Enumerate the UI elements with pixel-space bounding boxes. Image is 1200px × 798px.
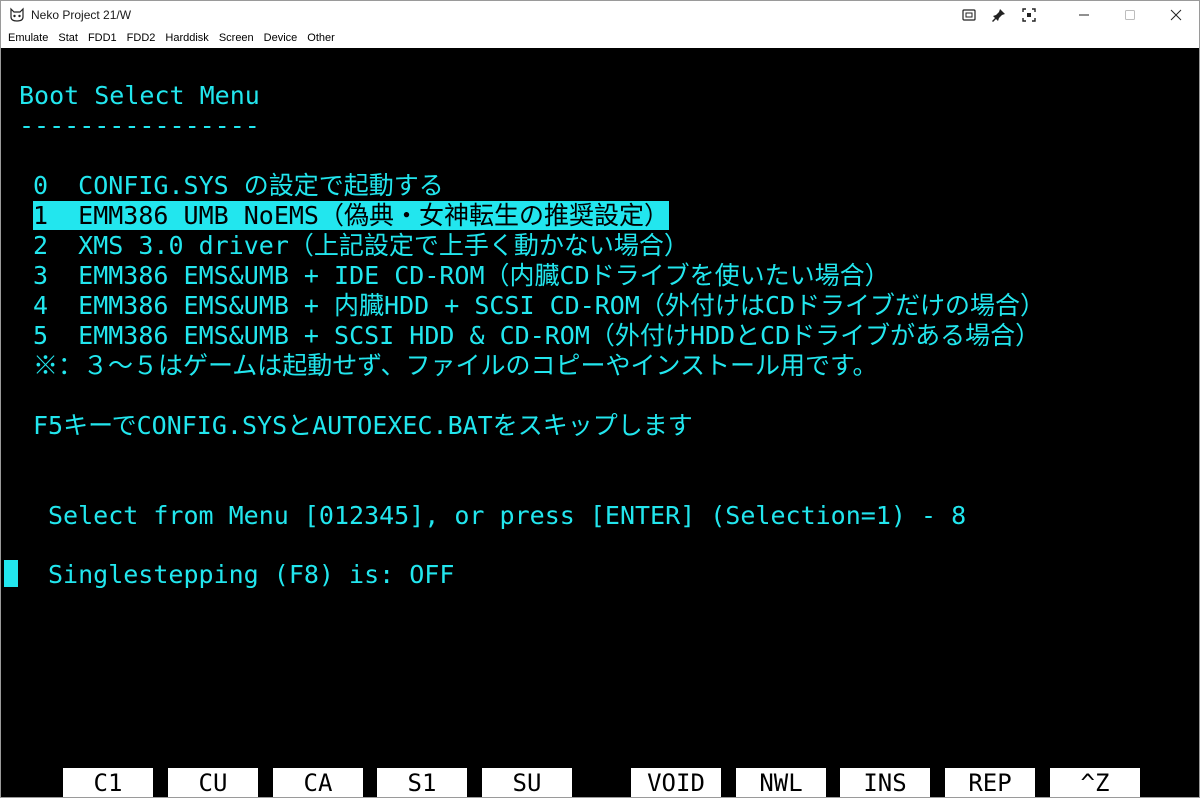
menu-line[interactable]: 3 EMM386 EMS&UMB + IDE CD-ROM（内臓CDドライブを使… [33, 261, 890, 291]
window-controls [1061, 1, 1199, 29]
cat-app-icon [9, 7, 25, 23]
close-button[interactable] [1153, 1, 1199, 29]
menu-emulate[interactable]: Emulate [3, 29, 53, 48]
fkey-su[interactable]: SU [482, 768, 572, 797]
menu-line-3[interactable]: 3 EMM386 EMS&UMB + IDE CD-ROM（内臓CDドライブを使… [33, 261, 890, 290]
emulator-screen[interactable]: Boot Select Menu ---------------- 0 CONF… [1, 48, 1199, 797]
fkey-c1[interactable]: C1 [63, 768, 153, 797]
title-bar[interactable]: Neko Project 21/W [1, 1, 1199, 29]
menu-line-5[interactable]: 5 EMM386 EMS&UMB + SCSI HDD & CD-ROM（外付け… [33, 321, 1040, 350]
menu-line[interactable]: 5 EMM386 EMS&UMB + SCSI HDD & CD-ROM（外付け… [33, 321, 1040, 351]
menu-line-1-selected[interactable]: 1 EMM386 UMB NoEMS（偽典・女神転生の推奨設定） [33, 201, 669, 230]
fkey-rep[interactable]: REP [945, 768, 1035, 797]
menu-note-text: ※：３～５はゲームは起動せず、ファイルのコピーやインストール用です。 [33, 351, 878, 380]
maximize-button[interactable] [1107, 1, 1153, 29]
menu-device[interactable]: Device [259, 29, 303, 48]
menu-line[interactable]: 4 EMM386 EMS&UMB + 内臓HDD + SCSI CD-ROM（外… [33, 291, 1045, 321]
fkey-void[interactable]: VOID [631, 768, 721, 797]
text-cursor [4, 560, 18, 587]
function-key-bar: C1 CU CA S1 SU VOID NWL INS REP ^Z [1, 768, 1199, 797]
menu-fdd2[interactable]: FDD2 [122, 29, 161, 48]
skip-note: F5キーでCONFIG.SYSとAUTOEXEC.BATをスキップします [33, 411, 693, 440]
menu-line[interactable]: 0 CONFIG.SYS の設定で起動する [33, 171, 444, 201]
singlestep-status: Singlestepping (F8) is: OFF [48, 560, 455, 589]
window-title: Neko Project 21/W [31, 8, 132, 22]
fkey-ctrl-z[interactable]: ^Z [1050, 768, 1140, 797]
emulator-window: Neko Project 21/W Emulate Stat FDD1 FDD2… [0, 0, 1200, 798]
fkey-nwl[interactable]: NWL [736, 768, 826, 797]
fkey-s1[interactable]: S1 [377, 768, 467, 797]
fkey-ca[interactable]: CA [273, 768, 363, 797]
menu-harddisk[interactable]: Harddisk [160, 29, 213, 48]
menu-other[interactable]: Other [302, 29, 340, 48]
fkey-ins[interactable]: INS [840, 768, 930, 797]
header-underline: ---------------- [19, 111, 260, 140]
menu-line[interactable]: 1 EMM386 UMB NoEMS（偽典・女神転生の推奨設定） [33, 201, 669, 231]
menu-line-4[interactable]: 4 EMM386 EMS&UMB + 内臓HDD + SCSI CD-ROM（外… [33, 291, 1045, 320]
menu-note: ※：３～５はゲームは起動せず、ファイルのコピーやインストール用です。 [33, 351, 878, 381]
screenshot-icon[interactable] [959, 5, 979, 25]
fkey-cu[interactable]: CU [168, 768, 258, 797]
selection-prompt: Select from Menu [012345], or press [ENT… [48, 501, 967, 530]
menu-line[interactable]: 2 XMS 3.0 driver（上記設定で上手く動かない場合） [33, 231, 689, 261]
terminal-text: Boot Select Menu ---------------- 0 CONF… [1, 48, 1199, 768]
menu-fdd1[interactable]: FDD1 [83, 29, 122, 48]
fullscreen-icon[interactable] [1019, 5, 1039, 25]
title-tools [959, 1, 1039, 29]
minimize-button[interactable] [1061, 1, 1107, 29]
menu-screen[interactable]: Screen [214, 29, 259, 48]
menu-stat[interactable]: Stat [53, 29, 83, 48]
menu-bar: Emulate Stat FDD1 FDD2 Harddisk Screen D… [1, 29, 1199, 48]
menu-line-0[interactable]: 0 CONFIG.SYS の設定で起動する [33, 171, 444, 200]
menu-line-2[interactable]: 2 XMS 3.0 driver（上記設定で上手く動かない場合） [33, 231, 689, 260]
boot-menu-header: Boot Select Menu [19, 81, 260, 110]
pin-icon[interactable] [989, 5, 1009, 25]
